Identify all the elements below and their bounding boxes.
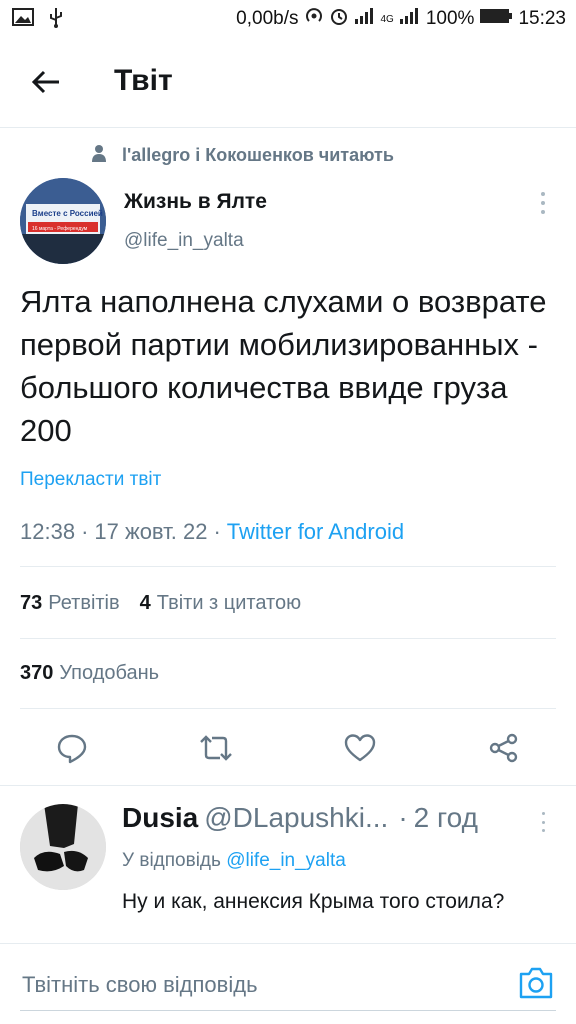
hotspot-icon (304, 6, 324, 32)
avatar-banner-sub: 16 марта - Референдум (32, 226, 88, 232)
battery-percent: 100% (425, 8, 475, 29)
reply-separator: · (398, 802, 408, 833)
likes-stat[interactable]: 370 Уподобань (20, 662, 159, 685)
usb-icon (48, 6, 64, 33)
reply-author-name[interactable]: Dusia (122, 802, 198, 834)
heart-icon (344, 734, 376, 762)
more-dot (541, 201, 545, 205)
author-name[interactable]: Жизнь в Ялте (124, 190, 267, 214)
reply-to-line: У відповідь @life_in_yalta (122, 850, 346, 872)
meta-separator: · (213, 519, 221, 544)
status-bar: 0,00b/s 4G 100% 15:23 (0, 0, 576, 38)
divider (20, 708, 556, 709)
reply-text: Ну и как, аннексия Крыма того стоила? (122, 890, 505, 913)
more-dot (541, 820, 545, 824)
quotes-stat[interactable]: 4 Твіти з цитатою (140, 592, 301, 615)
more-options-button[interactable] (532, 190, 554, 216)
camera-button[interactable] (518, 966, 554, 1000)
divider (20, 566, 556, 567)
quotes-label: Твіти з цитатою (156, 592, 302, 614)
reply-input[interactable]: Твітніть свою відповідь (22, 972, 258, 998)
more-dot (541, 812, 545, 815)
camera-icon (519, 967, 553, 999)
network-speed: 0,00b/s (236, 8, 299, 29)
quotes-count: 4 (139, 592, 151, 614)
tweet-meta: 12:38 · 17 жовт. 22 · Twitter for Androi… (20, 519, 404, 545)
divider (20, 638, 556, 639)
retweets-count: 73 (20, 592, 43, 614)
compose-underline (20, 1010, 556, 1011)
reply-avatar[interactable] (20, 804, 106, 890)
more-dot (541, 210, 545, 214)
retweet-icon (200, 735, 232, 761)
likes-label: Уподобань (59, 662, 160, 684)
compose-reply-bar: Твітніть свою відповідь (0, 943, 576, 1024)
more-dot (541, 192, 545, 196)
author-handle[interactable]: @life_in_yalta (124, 230, 244, 252)
arrow-left-icon (31, 70, 59, 94)
reply-header: Dusia @DLapushki... · 2 год (122, 802, 522, 834)
retweet-button[interactable] (198, 730, 234, 766)
gallery-icon (12, 7, 34, 31)
stats-row: 73 Ретвітів 4 Твіти з цитатою (20, 592, 301, 615)
tweet-source-link[interactable]: Twitter for Android (227, 519, 404, 545)
reply-time: 2 год (413, 802, 478, 833)
reply-more-options-button[interactable] (536, 812, 550, 832)
back-button[interactable] (26, 66, 66, 98)
retweets-stat[interactable]: 73 Ретвітів (20, 592, 120, 615)
author-avatar[interactable]: Вместе с Россией 16 марта - Референдум (20, 178, 106, 264)
like-button[interactable] (342, 730, 378, 766)
app-header: Твіт (0, 38, 576, 128)
alarm-icon (329, 6, 349, 32)
avatar-banner-text: Вместе с Россией (32, 209, 103, 218)
likes-count: 370 (20, 662, 54, 684)
divider (0, 785, 576, 786)
person-icon (92, 144, 106, 167)
signal-label: 4G (380, 13, 394, 25)
reply-author-handle[interactable]: @DLapushki... (204, 802, 388, 834)
tweet-time: 12:38 (20, 519, 76, 544)
reply-to-prefix: У відповідь (122, 850, 221, 871)
share-icon (489, 733, 518, 763)
tweet-actions (0, 716, 576, 780)
social-context[interactable]: l'allegro і Кокошенков читають (92, 144, 394, 167)
share-button[interactable] (486, 730, 522, 766)
signal-icon-2 (399, 7, 421, 31)
reply-button[interactable] (54, 730, 90, 766)
retweets-label: Ретвітів (48, 592, 120, 614)
reply-to-handle-link[interactable]: @life_in_yalta (226, 850, 346, 871)
battery-icon (479, 7, 513, 31)
more-dot (541, 829, 545, 832)
meta-separator: · (81, 519, 89, 544)
page-title: Твіт (114, 64, 173, 97)
signal-icon (354, 7, 376, 31)
social-context-text: l'allegro і Кокошенков читають (122, 145, 394, 165)
tweet-date: 17 жовт. 22 (94, 519, 208, 544)
tweet-text: Ялта наполнена слухами о возврате первой… (20, 284, 547, 448)
clock: 15:23 (518, 8, 566, 29)
translate-tweet-link[interactable]: Перекласти твіт (20, 469, 161, 491)
reply-icon (57, 734, 87, 764)
